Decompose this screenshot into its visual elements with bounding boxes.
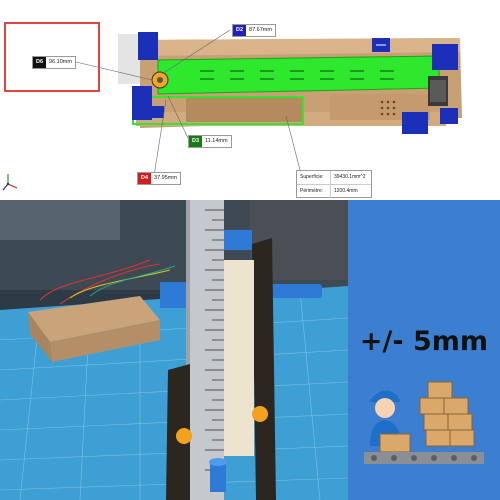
callout-panel: +/- 5mm bbox=[348, 200, 500, 500]
dimension-tag: D4 bbox=[138, 173, 152, 184]
dimension-label-d3[interactable]: D3 11.14mm bbox=[188, 135, 232, 148]
dimension-value: 11.14mm bbox=[205, 138, 228, 144]
measure-value: 1200.4mm bbox=[334, 188, 358, 194]
dimension-label-d2[interactable]: D2 87.67mm bbox=[232, 24, 276, 37]
dimension-tag: D6 bbox=[33, 57, 47, 68]
tolerance-text: +/- 5mm bbox=[359, 326, 489, 357]
axis-triad-icon bbox=[2, 174, 18, 191]
ruler-icon bbox=[186, 200, 224, 500]
dimension-value: 96.10mm bbox=[49, 59, 72, 65]
dimension-value: 87.67mm bbox=[249, 27, 272, 33]
worker-boxes-icon bbox=[364, 381, 484, 464]
cad-viewport[interactable]: D6 96.10mm D2 87.67mm D3 11.14mm D4 37.9… bbox=[0, 0, 500, 200]
measure-label: Périmètre: bbox=[297, 185, 331, 198]
dimension-label-d6[interactable]: D6 96.10mm bbox=[32, 56, 76, 69]
measure-label: Superficie: bbox=[297, 171, 331, 184]
prototype-photo bbox=[0, 200, 348, 500]
measure-value: 39430.1mm^2 bbox=[334, 174, 366, 180]
dimension-label-d4[interactable]: D4 37.95mm bbox=[137, 172, 181, 185]
measure-info-box: Superficie: 39430.1mm^2 Périmètre: 1200.… bbox=[296, 170, 372, 198]
measure-row-perimeter: Périmètre: 1200.4mm bbox=[297, 184, 371, 198]
dimension-value: 37.95mm bbox=[154, 175, 177, 181]
dimension-tag: D2 bbox=[233, 25, 247, 36]
measure-row-area: Superficie: 39430.1mm^2 bbox=[297, 171, 371, 184]
dimension-tag: D3 bbox=[189, 136, 203, 147]
